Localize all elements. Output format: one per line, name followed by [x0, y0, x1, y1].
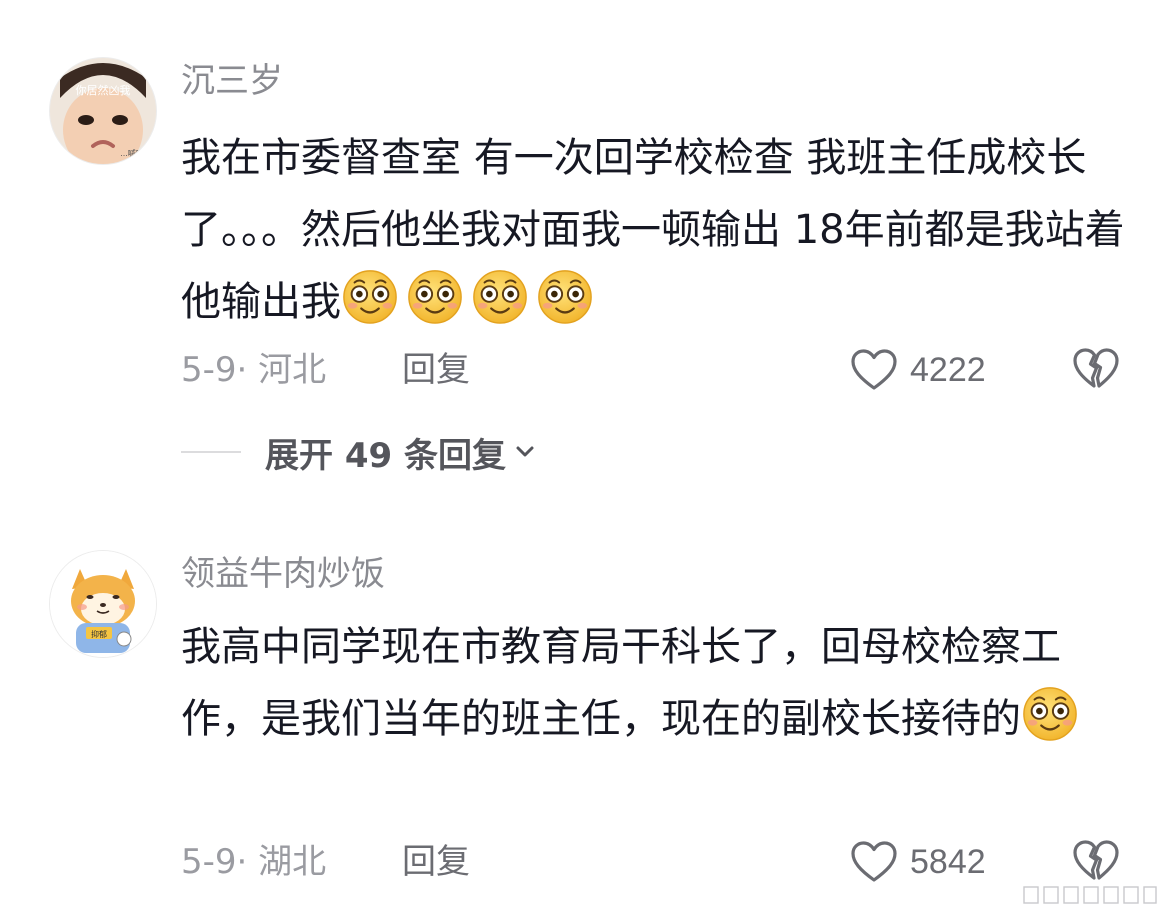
like-count: 5842: [910, 843, 986, 881]
smiling-face-emoji: [406, 267, 464, 325]
username[interactable]: 领益牛肉炒饭: [181, 552, 385, 596]
comment-text: 我高中同学现在市教育局干科长了，回母校检察工作，是我们当年的班主任，现在的副校长…: [181, 611, 1136, 755]
reply-button[interactable]: 回复: [402, 348, 470, 392]
avatar-badge: 抑郁: [91, 629, 107, 639]
smiling-face-emoji: [1021, 684, 1079, 742]
divider: [181, 451, 241, 453]
expand-replies-button[interactable]: 展开 49 条回复: [181, 430, 538, 476]
avatar-caption: 你居然凶我: [76, 83, 131, 97]
username[interactable]: 沉三岁: [181, 59, 283, 103]
like-button[interactable]: 5842: [850, 840, 986, 884]
reply-button[interactable]: 回复: [402, 840, 470, 884]
comment-meta: 5-9· 河北: [181, 350, 327, 390]
like-count: 4222: [910, 351, 986, 389]
comment-text-body: 我在市委督查室 有一次回学校检查 我班主任成校长了。。。然后他坐我对面我一顿输出…: [181, 135, 1125, 325]
avatar[interactable]: 你居然凶我 ...嘁嘁: [49, 57, 157, 165]
chevron-down-icon: [516, 446, 534, 457]
like-button[interactable]: 4222: [850, 348, 986, 392]
comment-text-body: 我高中同学现在市教育局干科长了，回母校检察工作，是我们当年的班主任，现在的副校长…: [181, 624, 1061, 742]
broken-heart-icon: [1073, 840, 1119, 880]
heart-icon: [851, 349, 897, 390]
smiling-face-emoji: [536, 267, 594, 325]
broken-heart-icon: [1073, 348, 1119, 388]
expand-replies-label: 展开 49 条回复: [265, 435, 506, 476]
dislike-button[interactable]: [1072, 838, 1120, 886]
dislike-button[interactable]: [1072, 346, 1120, 394]
watermark-mark: [1023, 886, 1157, 904]
heart-icon: [851, 841, 897, 882]
comment-meta: 5-9· 湖北: [181, 842, 327, 882]
smiling-face-emoji: [341, 267, 399, 325]
comment-text: 我在市委督查室 有一次回学校检查 我班主任成校长了。。。然后他坐我对面我一顿输出…: [181, 122, 1136, 338]
avatar[interactable]: 抑郁: [49, 550, 157, 658]
avatar-caption: ...嘁嘁: [120, 149, 144, 158]
smiling-face-emoji: [471, 267, 529, 325]
